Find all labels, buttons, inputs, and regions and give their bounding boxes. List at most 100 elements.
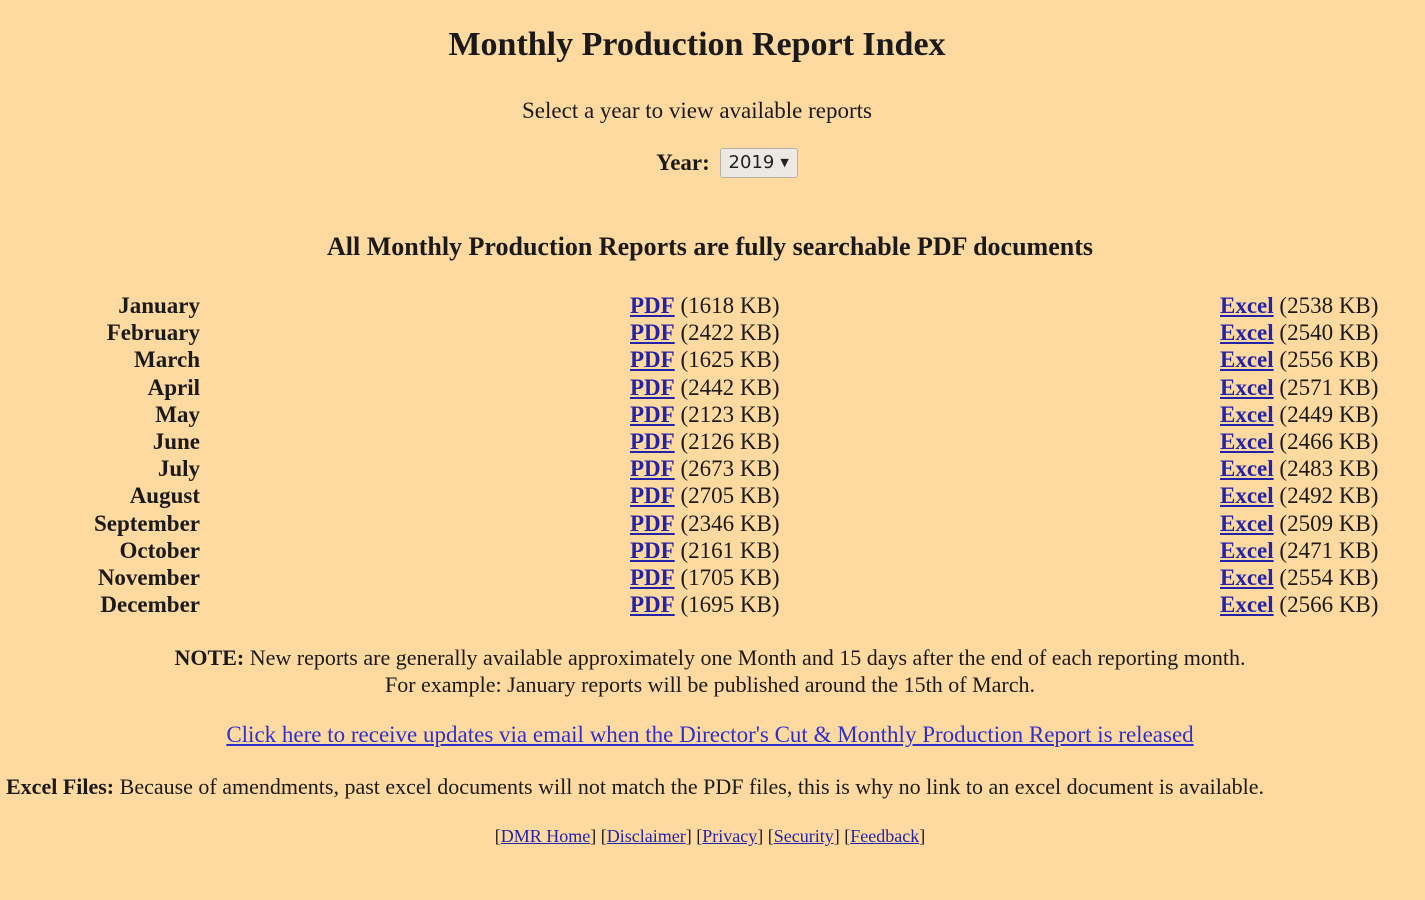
excel-size: (2538 KB) <box>1279 293 1379 318</box>
excel-cell: Excel (2538 KB) <box>1220 292 1378 319</box>
excel-cell: Excel (2471 KB) <box>1220 537 1378 564</box>
report-row: January PDF (1618 KB) Excel (2538 KB) <box>0 292 1425 319</box>
month-label: June <box>152 428 200 454</box>
pdf-link[interactable]: PDF <box>630 293 675 318</box>
pdf-link[interactable]: PDF <box>630 456 675 481</box>
excel-files-note: Excel Files: Because of amendments, past… <box>6 774 1421 800</box>
pdf-link[interactable]: PDF <box>630 511 675 536</box>
month-label: February <box>106 320 200 346</box>
pdf-link[interactable]: PDF <box>630 592 675 617</box>
pdf-cell: PDF (2442 KB) <box>630 374 780 401</box>
report-row: August PDF (2705 KB) Excel (2492 KB) <box>0 482 1425 509</box>
pdf-size: (1625 KB) <box>680 347 780 373</box>
pdf-size: (2161 KB) <box>680 537 780 563</box>
excel-cell: Excel (2492 KB) <box>1220 482 1378 509</box>
pdf-size: (2442 KB) <box>680 374 780 400</box>
pdf-cell: PDF (2126 KB) <box>630 428 780 455</box>
report-row: September PDF (2346 KB) Excel (2509 KB) <box>0 510 1425 537</box>
year-dropdown[interactable]: 2019 ▼ <box>719 148 798 178</box>
excel-link[interactable]: Excel <box>1220 320 1274 345</box>
excel-size: (2471 KB) <box>1279 537 1379 563</box>
excel-link[interactable]: Excel <box>1220 538 1274 563</box>
month-label: July <box>157 456 200 482</box>
year-selected-value: 2019 <box>728 152 775 173</box>
pdf-size: (1618 KB) <box>680 293 780 318</box>
pdf-size: (2123 KB) <box>680 401 780 427</box>
pdf-link[interactable]: PDF <box>630 320 675 345</box>
excel-link[interactable]: Excel <box>1220 456 1274 481</box>
excel-size: (2509 KB) <box>1279 510 1379 536</box>
month-label: May <box>155 401 200 427</box>
pdf-link[interactable]: PDF <box>630 429 675 454</box>
excel-link[interactable]: Excel <box>1220 592 1274 617</box>
email-updates-link[interactable]: Click here to receive updates via email … <box>226 722 1193 747</box>
excel-link[interactable]: Excel <box>1220 565 1274 590</box>
report-row: July PDF (2673 KB) Excel (2483 KB) <box>0 455 1425 482</box>
footer-link[interactable]: Security <box>774 826 834 846</box>
report-row: October PDF (2161 KB) Excel (2471 KB) <box>0 537 1425 564</box>
excel-note-label: Excel Files: <box>6 774 115 799</box>
excel-size: (2540 KB) <box>1279 320 1379 346</box>
excel-cell: Excel (2554 KB) <box>1220 564 1378 591</box>
excel-link[interactable]: Excel <box>1220 402 1274 427</box>
month-label: March <box>133 347 200 373</box>
month-label: August <box>129 483 200 509</box>
excel-link[interactable]: Excel <box>1220 511 1274 536</box>
excel-size: (2566 KB) <box>1279 592 1379 618</box>
pdf-cell: PDF (1625 KB) <box>630 346 780 373</box>
pdf-size: (2705 KB) <box>680 483 780 509</box>
excel-cell: Excel (2566 KB) <box>1220 591 1378 618</box>
excel-cell: Excel (2509 KB) <box>1220 510 1378 537</box>
year-selector-row: Year: 2019 ▼ <box>0 148 1425 178</box>
page-title: Monthly Production Report Index <box>448 26 946 63</box>
excel-link[interactable]: Excel <box>1220 293 1274 318</box>
pdf-cell: PDF (2346 KB) <box>630 510 780 537</box>
year-label: Year: <box>656 150 710 175</box>
pdf-link[interactable]: PDF <box>630 402 675 427</box>
pdf-size: (2346 KB) <box>680 510 780 536</box>
footer-link[interactable]: Disclaimer <box>607 826 686 846</box>
pdf-link[interactable]: PDF <box>630 538 675 563</box>
excel-link[interactable]: Excel <box>1220 347 1274 372</box>
pdf-cell: PDF (2673 KB) <box>630 455 780 482</box>
excel-size: (2571 KB) <box>1279 374 1379 400</box>
report-row: November PDF (1705 KB) Excel (2554 KB) <box>0 564 1425 591</box>
pdf-link[interactable]: PDF <box>630 483 675 508</box>
note-line-1: NOTE: New reports are generally availabl… <box>0 644 1420 671</box>
month-label: October <box>119 537 200 563</box>
month-label: April <box>147 374 200 400</box>
pdf-size: (2126 KB) <box>680 428 780 454</box>
dropdown-arrow-icon: ▼ <box>780 156 789 169</box>
month-label: January <box>118 293 200 318</box>
note-label: NOTE: <box>174 645 245 670</box>
pdf-cell: PDF (2123 KB) <box>630 401 780 428</box>
pdf-link[interactable]: PDF <box>630 375 675 400</box>
excel-size: (2466 KB) <box>1279 428 1379 454</box>
report-row: February PDF (2422 KB) Excel (2540 KB) <box>0 319 1425 346</box>
excel-size: (2492 KB) <box>1279 483 1379 509</box>
month-label: November <box>97 564 200 590</box>
report-row: April PDF (2442 KB) Excel (2571 KB) <box>0 374 1425 401</box>
excel-link[interactable]: Excel <box>1220 429 1274 454</box>
excel-cell: Excel (2483 KB) <box>1220 455 1378 482</box>
excel-link[interactable]: Excel <box>1220 375 1274 400</box>
excel-cell: Excel (2449 KB) <box>1220 401 1378 428</box>
pdf-size: (1705 KB) <box>680 564 780 590</box>
pdf-cell: PDF (1705 KB) <box>630 564 780 591</box>
footer-link[interactable]: Feedback <box>850 826 919 846</box>
report-row: December PDF (1695 KB) Excel (2566 KB) <box>0 591 1425 618</box>
footer-link[interactable]: DMR Home <box>501 826 591 846</box>
pdf-link[interactable]: PDF <box>630 565 675 590</box>
pdf-cell: PDF (2705 KB) <box>630 482 780 509</box>
report-row: May PDF (2123 KB) Excel (2449 KB) <box>0 401 1425 428</box>
month-label: December <box>100 592 200 618</box>
pdf-size: (2673 KB) <box>680 456 780 482</box>
excel-cell: Excel (2466 KB) <box>1220 428 1378 455</box>
report-row: June PDF (2126 KB) Excel (2466 KB) <box>0 428 1425 455</box>
excel-link[interactable]: Excel <box>1220 483 1274 508</box>
pdf-cell: PDF (1618 KB) <box>630 292 780 319</box>
pdf-link[interactable]: PDF <box>630 347 675 372</box>
reports-table: January PDF (1618 KB) Excel (2538 KB) Febru… <box>0 292 1425 618</box>
pdf-cell: PDF (2161 KB) <box>630 537 780 564</box>
footer-link[interactable]: Privacy <box>702 826 757 846</box>
